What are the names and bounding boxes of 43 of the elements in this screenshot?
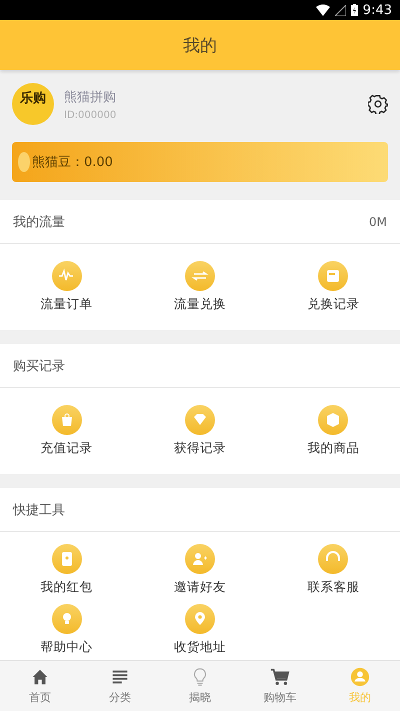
shortcut-label[interactable]: 流量订单 xyxy=(40,296,93,313)
location-icon[interactable] xyxy=(184,604,215,634)
shortcut-label[interactable]: 流量兑换 xyxy=(174,296,226,313)
home-icon xyxy=(30,667,50,687)
traffic-amount: 0M xyxy=(369,214,387,228)
user-name: 熊猫拼购 xyxy=(64,88,117,106)
shortcut-label[interactable]: 获得记录 xyxy=(174,440,226,457)
page-title: 我的 xyxy=(183,34,217,56)
shortcut-label[interactable]: 帮助中心 xyxy=(40,639,93,656)
shortcut-label[interactable]: 兑换记录 xyxy=(307,296,360,313)
status-time: 9:43 xyxy=(362,2,392,18)
settings-icon[interactable] xyxy=(368,94,388,114)
section-title: 我的流量 xyxy=(13,214,65,230)
shortcut-label[interactable]: 收货地址 xyxy=(174,639,226,656)
user-id: ID:000000 xyxy=(64,110,118,120)
tab[interactable]: 首页 xyxy=(0,661,80,711)
tab[interactable]: 分类 xyxy=(80,661,160,711)
section-title: 购买记录 xyxy=(13,358,65,374)
shortcut-label[interactable]: 我的红包 xyxy=(40,579,93,596)
beans-balance: 熊猫豆：0.00 xyxy=(32,154,113,171)
add-user-icon[interactable] xyxy=(184,544,215,574)
signal-icon xyxy=(334,4,346,16)
pulse-icon[interactable] xyxy=(52,261,82,291)
cart-icon xyxy=(270,667,290,687)
profile-icon xyxy=(350,667,370,687)
beans-card[interactable]: 熊猫豆：0.00 xyxy=(12,142,388,182)
tab[interactable]: 购物车 xyxy=(240,661,320,711)
bean-icon xyxy=(18,152,30,172)
wifi-icon xyxy=(316,4,330,16)
battery-icon xyxy=(350,4,358,16)
exchange-icon[interactable] xyxy=(184,261,215,291)
shortcut-label[interactable]: 充值记录 xyxy=(40,440,93,457)
avatar: 乐购 xyxy=(12,83,54,125)
bulb-icon[interactable] xyxy=(52,604,82,634)
shortcut-label[interactable]: 邀请好友 xyxy=(174,579,226,596)
box-icon[interactable] xyxy=(318,405,348,435)
section-title: 快捷工具 xyxy=(13,502,65,518)
tab[interactable]: 揭晓 xyxy=(160,661,240,711)
card-icon[interactable] xyxy=(318,261,348,291)
bag-icon[interactable] xyxy=(52,405,82,435)
envelope-icon[interactable] xyxy=(52,544,82,574)
shortcut-label[interactable]: 联系客服 xyxy=(307,579,360,596)
shortcut-label[interactable]: 我的商品 xyxy=(307,440,360,457)
